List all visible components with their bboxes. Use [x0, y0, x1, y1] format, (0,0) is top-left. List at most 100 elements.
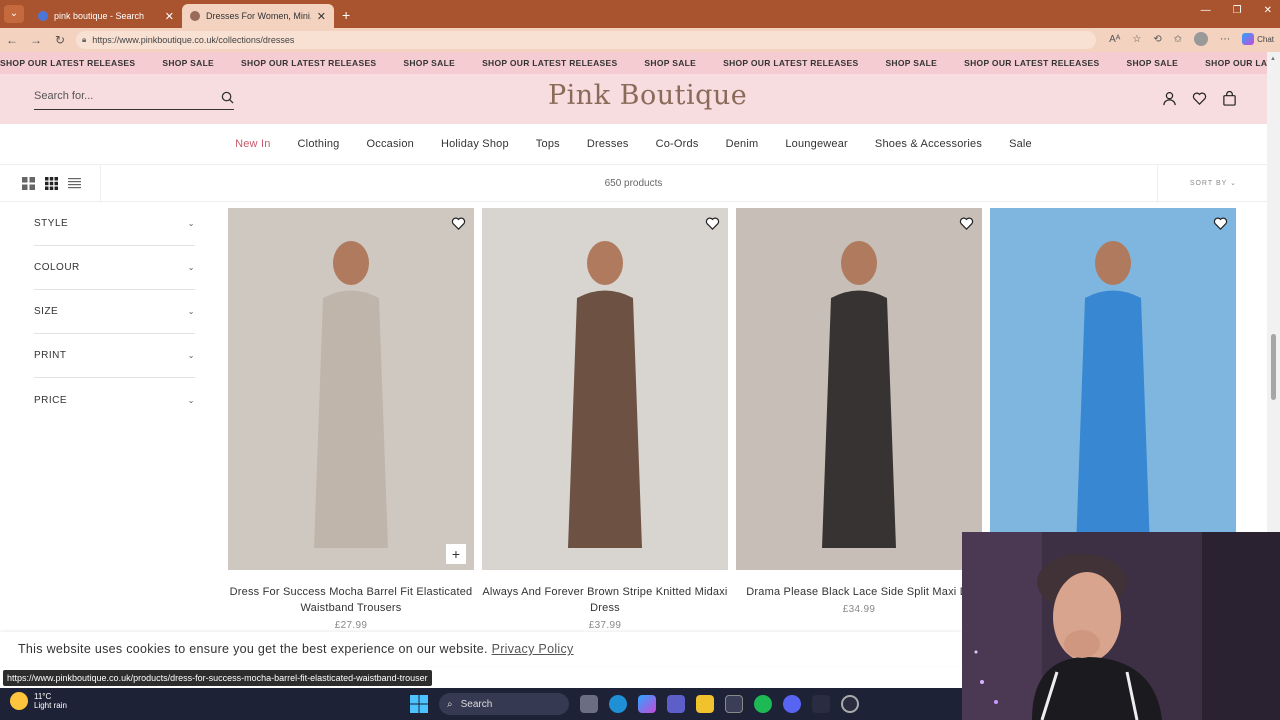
account-icon[interactable] [1162, 91, 1177, 106]
marquee-item[interactable]: SHOP SALE [885, 58, 937, 68]
marquee-item[interactable]: SHOP OUR LATEST RELEASES [964, 58, 1099, 68]
nav-item-shoes-accessories[interactable]: Shoes & Accessories [875, 138, 982, 150]
url-field[interactable]: 🔒︎ https://www.pinkboutique.co.uk/collec… [76, 31, 1096, 49]
nav-item-sale[interactable]: Sale [1009, 138, 1032, 150]
scrollbar-thumb[interactable] [1271, 334, 1276, 400]
task-view-icon[interactable] [580, 695, 598, 713]
close-window-icon[interactable]: ✕ [1264, 5, 1272, 16]
quick-add-button[interactable]: + [446, 544, 466, 564]
nav-item-clothing[interactable]: Clothing [298, 138, 340, 150]
marquee-item[interactable]: SHOP OUR LATEST RELEASES [0, 58, 135, 68]
marquee-item[interactable]: SHOP OUR LATEST RELEASES [241, 58, 376, 68]
profile-avatar-icon[interactable] [1194, 32, 1209, 46]
filter-price[interactable]: PRICE ⌄ [34, 378, 195, 422]
product-name[interactable]: Dress For Success Mocha Barrel Fit Elast… [228, 584, 474, 616]
close-tab-icon[interactable]: ✕ [317, 10, 326, 23]
collection-toolbar: 650 products SORT BY ⌄ [0, 164, 1267, 203]
edge-icon[interactable] [609, 695, 627, 713]
nav-item-loungewear[interactable]: Loungewear [785, 138, 848, 150]
product-image[interactable] [736, 208, 982, 570]
site-favicon-icon [190, 11, 200, 21]
product-image[interactable] [482, 208, 728, 570]
search-icon[interactable] [221, 91, 234, 104]
marquee-item[interactable]: SHOP SALE [1126, 58, 1178, 68]
forward-icon[interactable]: → [24, 33, 48, 47]
cookie-text: This website uses cookies to ensure you … [18, 642, 488, 656]
new-tab-button[interactable]: + [342, 7, 350, 23]
product-price: £34.99 [842, 604, 876, 615]
teams-icon[interactable] [667, 695, 685, 713]
taskbar-search[interactable]: ⌕ Search [439, 693, 569, 715]
product-name[interactable]: Drama Please Black Lace Side Split Maxi … [736, 584, 982, 600]
nav-item-tops[interactable]: Tops [536, 138, 560, 150]
cart-bag-icon[interactable] [1222, 91, 1237, 106]
lock-icon: 🔒︎ [82, 35, 87, 44]
product-image[interactable] [990, 208, 1236, 570]
marquee-item[interactable]: SHOP OUR LATEST RELEASES [1205, 58, 1267, 68]
search-icon: ⌕ [447, 698, 453, 710]
wishlist-heart-icon[interactable] [451, 216, 466, 236]
product-card[interactable] [990, 208, 1236, 570]
nav-item-co-ords[interactable]: Co-Ords [656, 138, 699, 150]
refresh-icon[interactable]: ↻ [48, 33, 72, 47]
nav-item-new-in[interactable]: New In [235, 138, 270, 150]
nav-item-dresses[interactable]: Dresses [587, 138, 629, 150]
promo-marquee[interactable]: SHOP OUR LATEST RELEASES SHOP SALE SHOP OU… [0, 52, 1267, 74]
discord-icon[interactable] [783, 695, 801, 713]
sort-by-dropdown[interactable]: SORT BY ⌄ [1190, 179, 1237, 187]
model-figure [822, 241, 896, 548]
windows-start-icon[interactable] [410, 695, 428, 713]
marquee-item[interactable]: SHOP SALE [403, 58, 455, 68]
close-tab-icon[interactable]: ✕ [165, 10, 174, 23]
favorite-star-icon[interactable]: ☆ [1132, 34, 1141, 45]
chevron-down-icon: ⌄ [187, 263, 195, 272]
product-card[interactable]: Drama Please Black Lace Side Split Maxi … [736, 208, 982, 615]
obs-icon[interactable] [841, 695, 859, 713]
model-figure [314, 241, 388, 548]
nav-item-holiday-shop[interactable]: Holiday Shop [441, 138, 509, 150]
marquee-item[interactable]: SHOP SALE [644, 58, 696, 68]
app-icon[interactable] [812, 695, 830, 713]
back-icon[interactable]: ← [0, 33, 24, 47]
tab-search[interactable]: pink boutique - Search ✕ [30, 4, 182, 28]
filter-print[interactable]: PRINT ⌄ [34, 334, 195, 378]
site-search-input[interactable]: Search for... [34, 90, 234, 110]
nav-item-occasion[interactable]: Occasion [367, 138, 414, 150]
marquee-item[interactable]: SHOP OUR LATEST RELEASES [482, 58, 617, 68]
store-icon[interactable] [725, 695, 743, 713]
site-logo[interactable]: Pink Boutique [548, 80, 747, 111]
filter-size[interactable]: SIZE ⌄ [34, 290, 195, 334]
tab-actions-menu[interactable]: ⌄ [4, 5, 24, 23]
product-card[interactable]: Always And Forever Brown Stripe Knitted … [482, 208, 728, 631]
cookie-banner: This website uses cookies to ensure you … [0, 632, 962, 666]
product-card[interactable]: + Dress For Success Mocha Barrel Fit Elas… [228, 208, 474, 631]
favorites-icon[interactable]: ✩ [1174, 34, 1182, 45]
extensions-icon[interactable]: ⟲ [1153, 34, 1161, 45]
file-explorer-icon[interactable] [696, 695, 714, 713]
copilot-chat-button[interactable]: Chat [1242, 33, 1274, 45]
browser-tabstrip: ⌄ pink boutique - Search ✕ Dresses For W… [0, 0, 1280, 28]
tab-dresses[interactable]: Dresses For Women, Mini, Maxi & ✕ [182, 4, 334, 28]
nav-item-denim[interactable]: Denim [726, 138, 759, 150]
spotify-icon[interactable] [754, 695, 772, 713]
wishlist-heart-icon[interactable] [705, 216, 720, 236]
filter-colour[interactable]: COLOUR ⌄ [34, 246, 195, 290]
privacy-policy-link[interactable]: Privacy Policy [492, 642, 574, 656]
minimize-icon[interactable]: — [1201, 5, 1211, 16]
chevron-down-icon: ⌄ [1230, 180, 1237, 187]
marquee-item[interactable]: SHOP OUR LATEST RELEASES [723, 58, 858, 68]
copilot-icon[interactable] [638, 695, 656, 713]
scroll-up-icon[interactable]: ▲ [1270, 56, 1276, 62]
wishlist-heart-icon[interactable] [1192, 91, 1207, 106]
wishlist-heart-icon[interactable] [1213, 216, 1228, 236]
more-menu-icon[interactable]: ⋯ [1220, 34, 1230, 45]
filter-style[interactable]: STYLE ⌄ [34, 202, 195, 246]
product-image[interactable]: + [228, 208, 474, 570]
wishlist-heart-icon[interactable] [959, 216, 974, 236]
read-aloud-icon[interactable]: Aᴬ [1109, 34, 1120, 45]
restore-icon[interactable]: ❐ [1233, 5, 1242, 16]
weather-widget[interactable]: 11°C Light rain [10, 692, 67, 710]
webcam-overlay [962, 532, 1280, 720]
product-name[interactable]: Always And Forever Brown Stripe Knitted … [482, 584, 728, 616]
marquee-item[interactable]: SHOP SALE [162, 58, 214, 68]
